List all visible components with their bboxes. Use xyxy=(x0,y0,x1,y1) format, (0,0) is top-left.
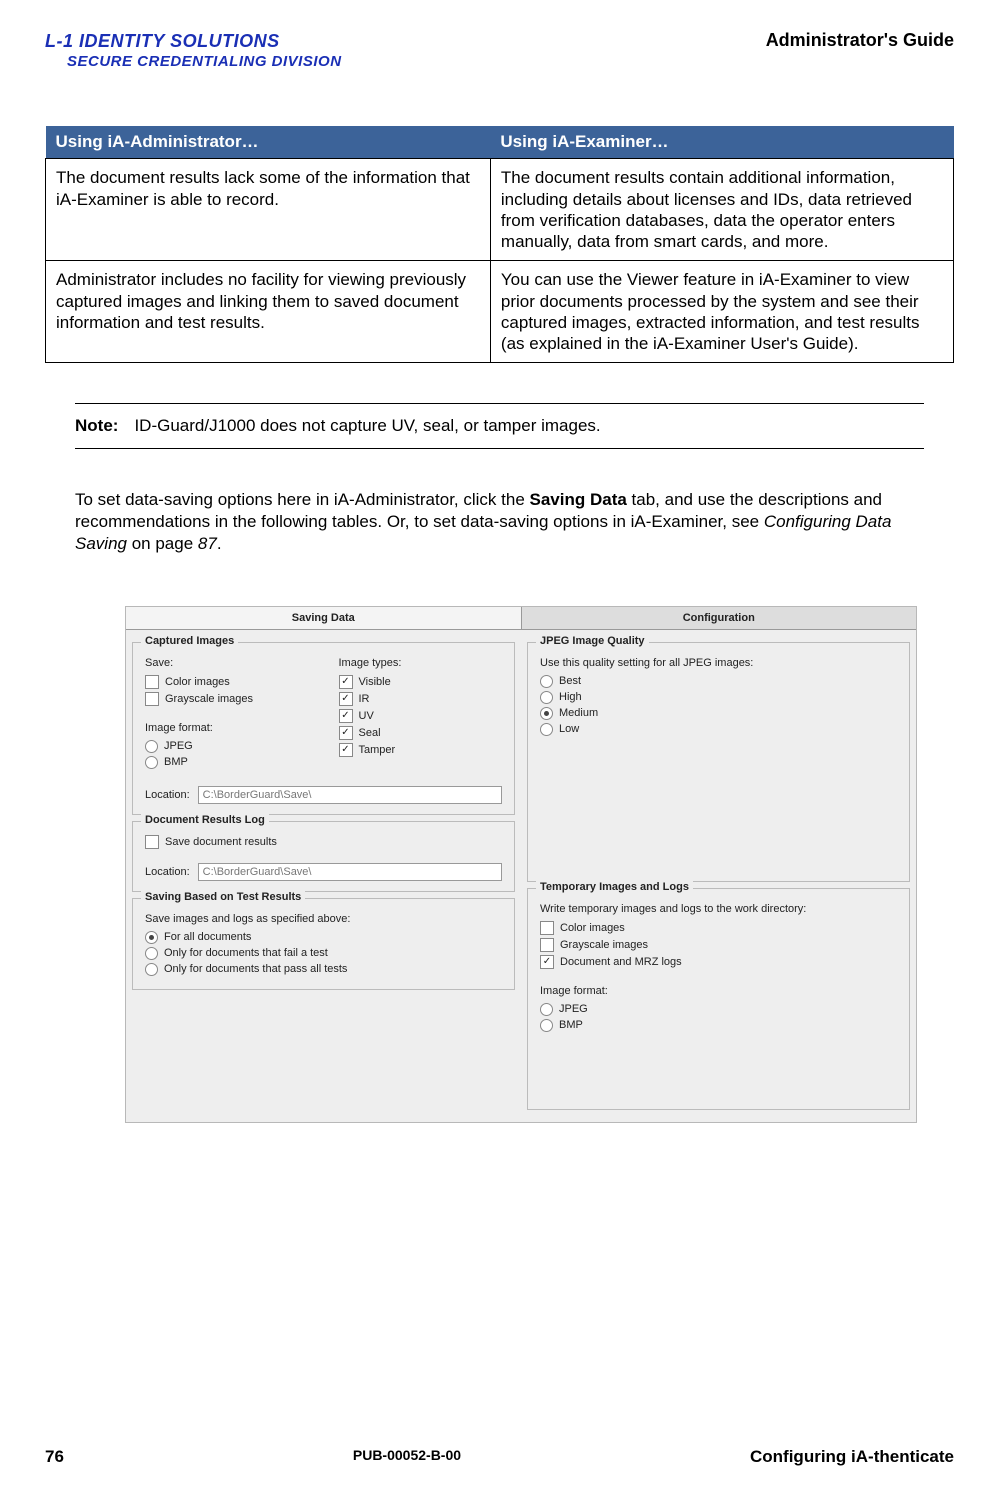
location-input-1[interactable]: C:\BorderGuard\Save\ xyxy=(198,786,502,804)
note-box: Note:ID-Guard/J1000 does not capture UV,… xyxy=(75,403,924,449)
location-input-2[interactable]: C:\BorderGuard\Save\ xyxy=(198,863,502,881)
radio-fail-documents[interactable] xyxy=(145,947,158,960)
radio-best[interactable] xyxy=(540,675,553,688)
group-captured-images: Captured Images Save: Color images Grays… xyxy=(132,642,515,815)
radio-pass-documents[interactable] xyxy=(145,963,158,976)
guide-title: Administrator's Guide xyxy=(766,30,954,51)
radio-medium[interactable] xyxy=(540,707,553,720)
page-header: L-1 IDENTITY SOLUTIONS SECURE CREDENTIAL… xyxy=(45,30,954,71)
table-cell: You can use the Viewer feature in iA-Exa… xyxy=(490,261,953,363)
logo-line-1: L-1 IDENTITY SOLUTIONS xyxy=(45,30,342,53)
table-header-right: Using iA-Examiner… xyxy=(490,126,953,159)
company-logo: L-1 IDENTITY SOLUTIONS SECURE CREDENTIAL… xyxy=(45,30,342,71)
page-number: 76 xyxy=(45,1447,64,1467)
checkbox-uv[interactable]: ✓ xyxy=(339,709,353,723)
table-cell: The document results lack some of the in… xyxy=(46,159,491,261)
group-temporary-images: Temporary Images and Logs Write temporar… xyxy=(527,888,910,1110)
radio-temp-bmp[interactable] xyxy=(540,1019,553,1032)
table-row: The document results lack some of the in… xyxy=(46,159,954,261)
tab-bar: Saving Data Configuration xyxy=(126,607,916,630)
note-text: ID-Guard/J1000 does not capture UV, seal… xyxy=(134,416,600,435)
checkbox-temp-gray[interactable] xyxy=(540,938,554,952)
section-title: Configuring iA-thenticate xyxy=(750,1447,954,1467)
logo-line-2: SECURE CREDENTIALING DIVISION xyxy=(67,53,342,72)
checkbox-color-images[interactable] xyxy=(145,675,159,689)
tab-configuration[interactable]: Configuration xyxy=(522,607,917,629)
group-document-results-log: Document Results Log Save document resul… xyxy=(132,821,515,892)
radio-temp-jpeg[interactable] xyxy=(540,1003,553,1016)
table-row: Administrator includes no facility for v… xyxy=(46,261,954,363)
table-cell: The document results contain additional … xyxy=(490,159,953,261)
checkbox-tamper[interactable]: ✓ xyxy=(339,743,353,757)
saving-data-dialog: Saving Data Configuration Captured Image… xyxy=(125,606,917,1123)
checkbox-visible[interactable]: ✓ xyxy=(339,675,353,689)
group-jpeg-quality: JPEG Image Quality Use this quality sett… xyxy=(527,642,910,882)
comparison-table: Using iA-Administrator… Using iA-Examine… xyxy=(45,126,954,363)
radio-low[interactable] xyxy=(540,723,553,736)
group-saving-test-results: Saving Based on Test Results Save images… xyxy=(132,898,515,990)
radio-high[interactable] xyxy=(540,691,553,704)
radio-jpeg[interactable] xyxy=(145,740,158,753)
checkbox-save-document-results[interactable] xyxy=(145,835,159,849)
radio-bmp[interactable] xyxy=(145,756,158,769)
tab-saving-data[interactable]: Saving Data xyxy=(126,607,522,629)
note-label: Note: xyxy=(75,416,134,435)
page-footer: 76 PUB-00052-B-00 Configuring iA-thentic… xyxy=(45,1447,954,1467)
checkbox-ir[interactable]: ✓ xyxy=(339,692,353,706)
checkbox-seal[interactable]: ✓ xyxy=(339,726,353,740)
radio-all-documents[interactable] xyxy=(145,931,158,944)
body-paragraph: To set data-saving options here in iA-Ad… xyxy=(75,489,924,555)
table-header-left: Using iA-Administrator… xyxy=(46,126,491,159)
table-cell: Administrator includes no facility for v… xyxy=(46,261,491,363)
publication-id: PUB-00052-B-00 xyxy=(353,1447,461,1467)
checkbox-temp-color[interactable] xyxy=(540,921,554,935)
checkbox-temp-docmrz[interactable]: ✓ xyxy=(540,955,554,969)
checkbox-grayscale-images[interactable] xyxy=(145,692,159,706)
